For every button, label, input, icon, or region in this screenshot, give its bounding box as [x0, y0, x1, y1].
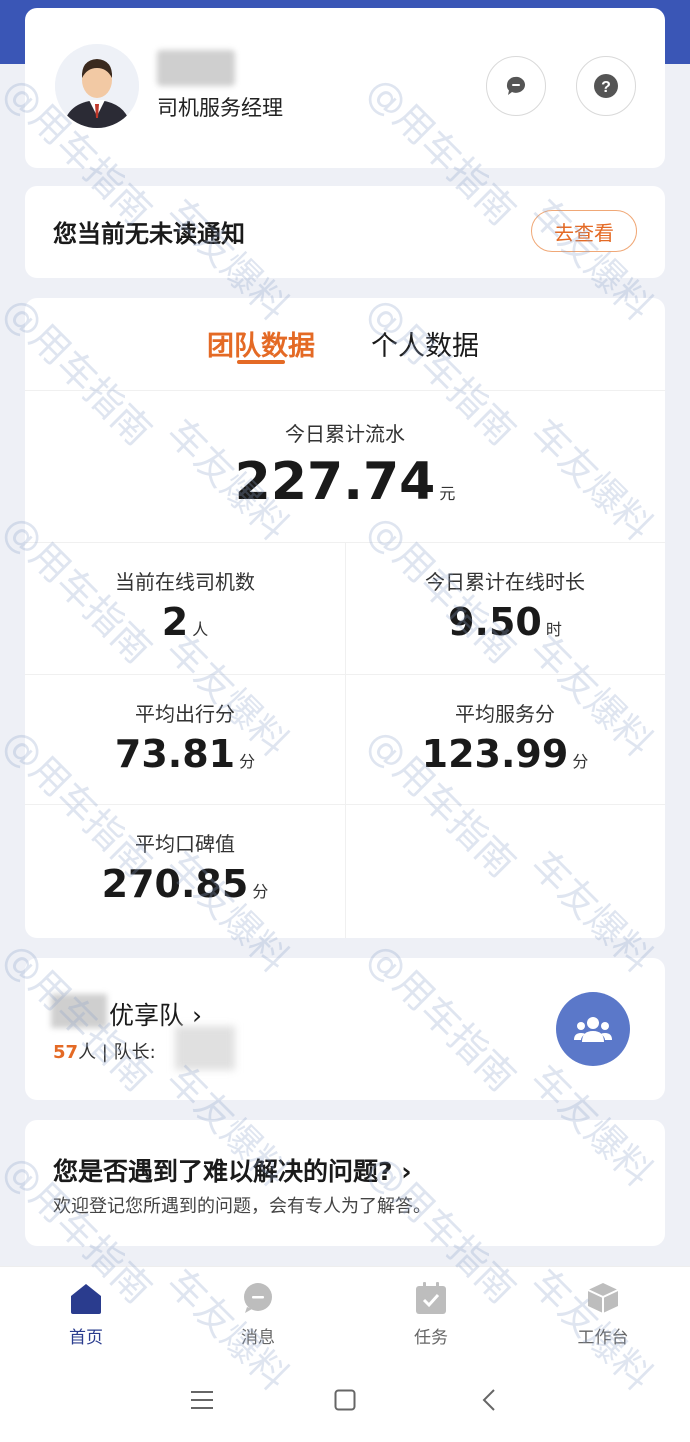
help-title-text: 您是否遇到了难以解决的问题? — [53, 1157, 393, 1186]
team-meta: 57人 | 队长: — [53, 1038, 156, 1064]
nav-home-label: 首页 — [69, 1328, 103, 1348]
home-icon — [71, 1284, 101, 1314]
online-drivers-unit: 人 — [192, 620, 209, 639]
avg-service-score-number: 123.99 — [421, 732, 569, 776]
profile-card: 司机服务经理 ? — [25, 8, 665, 168]
team-name-text: 优享队 — [109, 1001, 185, 1030]
back-icon[interactable] — [481, 1388, 497, 1412]
question-icon: ? — [594, 74, 618, 98]
avatar[interactable] — [55, 44, 139, 128]
leader-name-blurred — [175, 1026, 235, 1070]
team-members-button[interactable] — [556, 992, 630, 1066]
team-card[interactable]: 优享队 › 57人 | 队长: — [25, 958, 665, 1100]
bottom-nav: 首页 消息 任务 工作台 — [0, 1266, 690, 1361]
nav-tasks-label: 任务 — [414, 1328, 448, 1348]
online-duration-value: 9.50 时 — [345, 600, 665, 644]
help-title[interactable]: 您是否遇到了难以解决的问题? › — [53, 1152, 412, 1188]
team-meta-text: 人 | 队长: — [78, 1042, 156, 1063]
divider — [25, 390, 665, 391]
online-drivers-number: 2 — [161, 600, 189, 644]
online-duration-number: 9.50 — [448, 600, 542, 644]
today-revenue-number: 227.74 — [234, 452, 436, 512]
online-drivers-label: 当前在线司机数 — [115, 570, 255, 594]
user-role: 司机服务经理 — [157, 96, 283, 120]
task-icon — [416, 1282, 446, 1314]
avg-trip-score-value: 73.81 分 — [25, 732, 345, 776]
online-duration-unit: 时 — [545, 620, 562, 639]
message-icon — [244, 1283, 272, 1313]
system-nav-bar — [0, 1360, 690, 1442]
avg-reputation-unit: 分 — [252, 882, 269, 901]
chat-bubble-icon — [506, 76, 525, 95]
avg-service-score-value: 123.99 分 — [345, 732, 665, 776]
tab-personal-data[interactable]: 个人数据 — [371, 324, 479, 363]
online-duration-label: 今日累计在线时长 — [425, 570, 585, 594]
active-tab-indicator — [237, 360, 285, 364]
user-name-blurred — [157, 50, 235, 86]
tab-team-data[interactable]: 团队数据 — [207, 324, 315, 363]
avg-reputation-number: 270.85 — [101, 862, 249, 906]
avg-trip-score-label: 平均出行分 — [135, 702, 235, 726]
svg-text:?: ? — [601, 79, 611, 96]
notice-card: 您当前无未读通知 去查看 — [25, 186, 665, 278]
nav-home[interactable]: 首页 — [36, 1281, 136, 1348]
chevron-right-icon: › — [401, 1157, 412, 1186]
divider — [25, 674, 665, 675]
recents-icon[interactable] — [191, 1390, 213, 1410]
team-member-count: 57 — [53, 1042, 79, 1063]
help-subtitle: 欢迎登记您所遇到的问题，会有专人为了解答。 — [53, 1196, 431, 1217]
divider — [25, 804, 665, 805]
avg-service-score-unit: 分 — [572, 752, 589, 771]
nav-messages[interactable]: 消息 — [208, 1281, 308, 1348]
view-notice-button[interactable]: 去查看 — [531, 210, 637, 252]
nav-workbench[interactable]: 工作台 — [553, 1281, 653, 1348]
workbench-icon — [587, 1283, 619, 1313]
nav-tasks[interactable]: 任务 — [381, 1281, 481, 1348]
avg-service-score-label: 平均服务分 — [455, 702, 555, 726]
today-revenue-label: 今日累计流水 — [285, 422, 405, 446]
group-icon — [574, 1017, 612, 1042]
team-name-blurred — [51, 994, 107, 1028]
nav-messages-label: 消息 — [241, 1328, 275, 1348]
notice-text: 您当前无未读通知 — [53, 220, 245, 248]
help-card[interactable]: 您是否遇到了难以解决的问题? › 欢迎登记您所遇到的问题，会有专人为了解答。 — [25, 1120, 665, 1246]
message-button[interactable] — [486, 56, 546, 116]
today-revenue-unit: 元 — [439, 484, 456, 503]
avg-reputation-label: 平均口碑值 — [135, 832, 235, 856]
online-drivers-value: 2人 — [25, 600, 345, 644]
avg-trip-score-unit: 分 — [239, 752, 256, 771]
avg-reputation-value: 270.85 分 — [25, 862, 345, 906]
data-card: 团队数据 个人数据 今日累计流水 227.74 元 当前在线司机数 2人 今日累计… — [25, 298, 665, 938]
help-button[interactable]: ? — [576, 56, 636, 116]
home-square-icon[interactable] — [334, 1389, 356, 1411]
today-revenue-value: 227.74 元 — [25, 452, 665, 512]
avg-trip-score-number: 73.81 — [114, 732, 236, 776]
nav-workbench-label: 工作台 — [577, 1328, 629, 1348]
